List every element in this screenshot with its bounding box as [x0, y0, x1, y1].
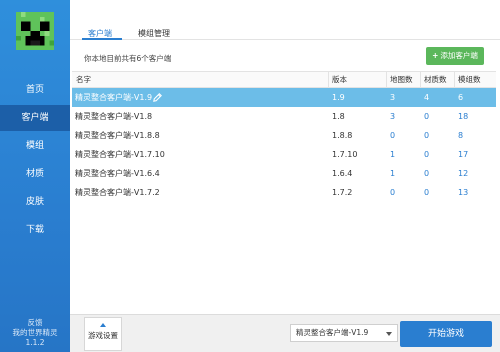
col-version-header[interactable]: 版本 [332, 72, 347, 88]
client-name: 精灵整合客户端-V1.8 [75, 112, 153, 121]
column-divider [454, 72, 455, 88]
sidebar: 首页 客户端 模组 材质 皮肤 下载 反馈 我的世界精灵 1.1.2 [0, 0, 70, 352]
col-name-header[interactable]: 名字 [76, 72, 91, 88]
client-map-count: 0 [390, 188, 396, 197]
client-texture-count: 0 [424, 188, 430, 197]
client-version: 1.7.10 [332, 150, 358, 159]
tab-bar: 客户端 模组管理 [70, 0, 500, 40]
client-name: 精灵整合客户端-V1.9 [75, 93, 153, 102]
game-settings-label: 游戏设置 [88, 331, 118, 340]
client-name: 精灵整合客户端-V1.8.8 [75, 131, 160, 140]
col-maps-header[interactable]: 地图数 [390, 72, 413, 88]
client-map-count: 3 [390, 112, 396, 121]
pencil-icon[interactable] [152, 92, 163, 103]
client-mod-count: 18 [458, 112, 469, 121]
client-map-count: 1 [390, 150, 396, 159]
main-panel: 客户端 模组管理 你本地目前共有6个客户端 + 添加客户端 名字 版本 地图数 材… [70, 0, 500, 352]
app-version: 1.1.2 [25, 338, 45, 347]
sidebar-item-home[interactable]: 首页 [0, 77, 70, 103]
table-row[interactable]: 精灵整合客户端-V1.7.2 1.7.2 0 0 13 [72, 183, 496, 202]
feedback-link[interactable]: 反馈 [0, 318, 70, 328]
sidebar-item-client[interactable]: 客户端 [0, 105, 70, 131]
client-version: 1.8 [332, 112, 345, 121]
client-count-text: 你本地目前共有6个客户端 [84, 54, 172, 63]
start-game-button[interactable]: 开始游戏 [400, 321, 492, 347]
sidebar-item-label: 下载 [25, 225, 44, 235]
client-map-count: 3 [390, 93, 396, 102]
sidebar-item-mods[interactable]: 模组 [0, 133, 70, 159]
sidebar-item-label: 首页 [25, 85, 44, 95]
active-tab-underline [82, 38, 122, 40]
add-client-label: 添加客户端 [440, 51, 478, 60]
arrow-up-icon [100, 323, 106, 327]
client-map-count: 1 [390, 169, 396, 178]
column-divider [420, 72, 421, 88]
sidebar-item-label: 皮肤 [25, 197, 44, 207]
client-name: 精灵整合客户端-V1.6.4 [75, 169, 160, 178]
plus-icon: + [432, 51, 439, 60]
client-select-value: 精灵整合客户端-V1.9 [296, 328, 369, 337]
client-map-count: 0 [390, 131, 396, 140]
client-texture-count: 0 [424, 131, 430, 140]
client-name: 精灵整合客户端-V1.7.10 [75, 150, 165, 159]
client-version: 1.8.8 [332, 131, 353, 140]
client-texture-count: 4 [424, 93, 430, 102]
client-mod-count: 12 [458, 169, 469, 178]
sidebar-item-skins[interactable]: 皮肤 [0, 189, 70, 215]
client-version: 1.6.4 [332, 169, 353, 178]
sidebar-item-label: 模组 [25, 141, 44, 151]
sidebar-item-label: 材质 [25, 169, 44, 179]
column-divider [386, 72, 387, 88]
client-texture-count: 0 [424, 112, 430, 121]
client-texture-count: 0 [424, 150, 430, 159]
creeper-logo [16, 12, 54, 50]
client-texture-count: 0 [424, 169, 430, 178]
table-header: 名字 版本 地图数 材质数 模组数 [72, 72, 496, 88]
sidebar-item-textures[interactable]: 材质 [0, 161, 70, 187]
chevron-down-icon [386, 332, 392, 336]
client-mod-count: 13 [458, 188, 469, 197]
client-select[interactable]: 精灵整合客户端-V1.9 [290, 324, 398, 342]
game-settings-button[interactable]: 游戏设置 [84, 317, 122, 351]
column-divider [328, 72, 329, 88]
client-name: 精灵整合客户端-V1.7.2 [75, 188, 160, 197]
sidebar-item-label: 客户端 [21, 113, 49, 123]
table-row[interactable]: 精灵整合客户端-V1.8 1.8 3 0 18 [72, 107, 496, 126]
table-row[interactable]: 精灵整合客户端-V1.6.4 1.6.4 1 0 12 [72, 164, 496, 183]
client-mod-count: 17 [458, 150, 469, 159]
app-name: 我的世界精灵 [12, 328, 58, 337]
sidebar-item-download[interactable]: 下载 [0, 217, 70, 243]
col-mods-header[interactable]: 模组数 [458, 72, 481, 88]
col-textures-header[interactable]: 材质数 [424, 72, 447, 88]
client-mod-count: 6 [458, 93, 464, 102]
table-row[interactable]: 精灵整合客户端-V1.7.10 1.7.10 1 0 17 [72, 145, 496, 164]
client-table: 名字 版本 地图数 材质数 模组数 精灵整合客户端-V1.9 1.9 3 4 6… [72, 71, 496, 202]
add-client-button[interactable]: + 添加客户端 [426, 47, 484, 65]
table-row[interactable]: 精灵整合客户端-V1.8.8 1.8.8 0 0 8 [72, 126, 496, 145]
client-mod-count: 8 [458, 131, 464, 140]
client-version: 1.7.2 [332, 188, 353, 197]
client-version: 1.9 [332, 93, 345, 102]
table-row[interactable]: 精灵整合客户端-V1.9 1.9 3 4 6 [72, 88, 496, 107]
tab-mod-management[interactable]: 模组管理 [138, 28, 170, 39]
bottom-bar: 游戏设置 精灵整合客户端-V1.9 开始游戏 [70, 314, 500, 352]
